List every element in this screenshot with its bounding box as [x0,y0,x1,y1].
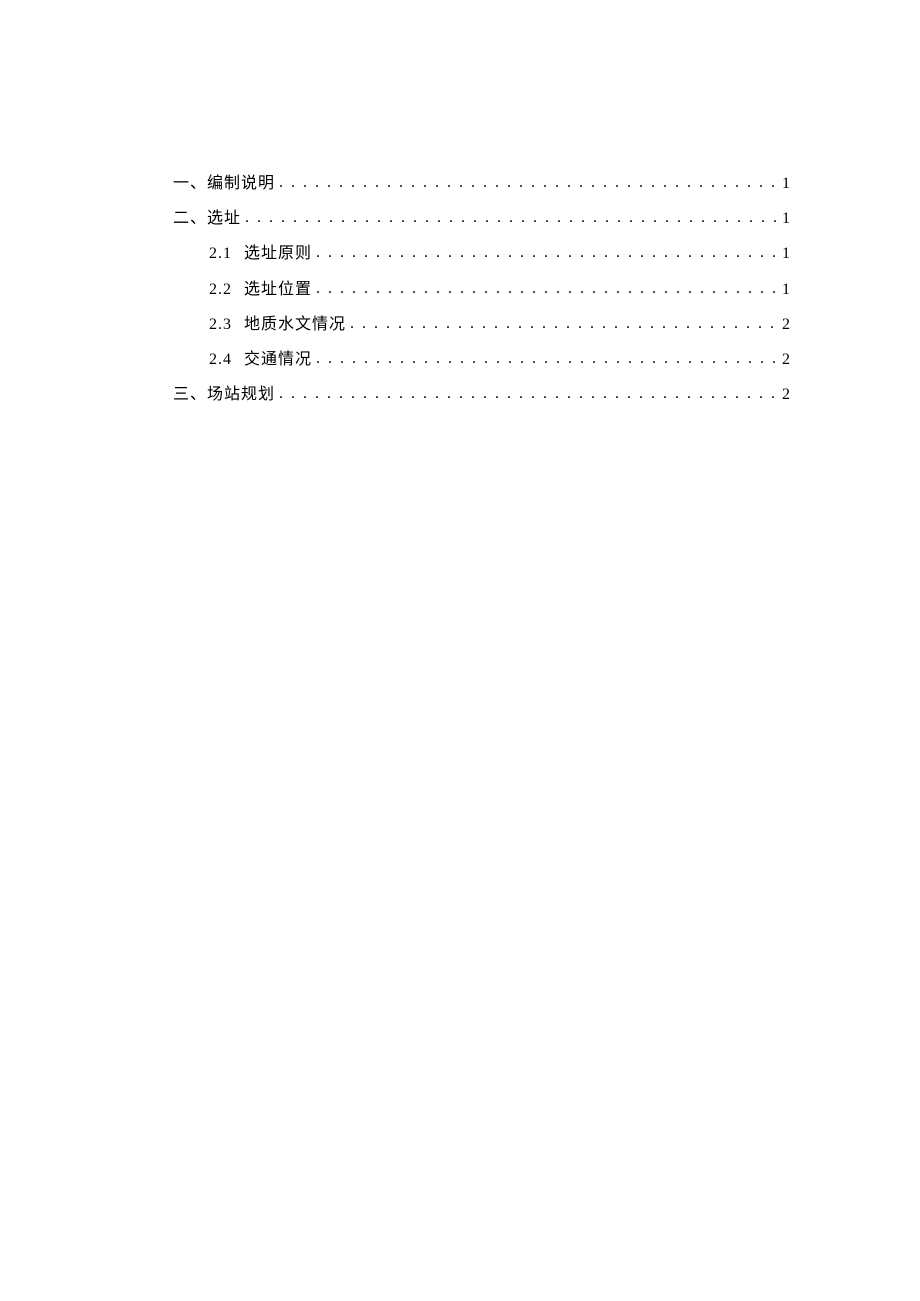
toc-leader-dots [316,271,776,306]
toc-label: 一、编制说明 [173,166,275,201]
toc-label: 2.1选址原则 [209,236,312,271]
toc-label: 2.4交通情况 [209,342,312,377]
toc-entry-level2: 2.1选址原则 1 [173,236,790,271]
toc-page-number: 1 [780,201,790,236]
toc-page-number: 2 [780,307,790,342]
toc-leader-dots [279,376,776,411]
toc-leader-dots [316,235,776,270]
toc-leader-dots [279,165,776,200]
toc-label: 2.3地质水文情况 [209,307,346,342]
toc-entry-level2: 2.2选址位置 1 [173,272,790,307]
toc-label: 二、选址 [173,201,241,236]
toc-page-number: 1 [780,166,790,201]
toc-leader-dots [350,306,776,341]
toc-entry-level2: 2.3地质水文情况 2 [173,307,790,342]
toc-page-number: 2 [780,377,790,412]
toc-label: 三、场站规划 [173,377,275,412]
toc-page-number: 1 [780,236,790,271]
toc-entry-level2: 2.4交通情况 2 [173,342,790,377]
toc-entry-level1: 三、场站规划 2 [173,377,790,412]
toc-label: 2.2选址位置 [209,272,312,307]
toc-entry-level1: 二、选址 1 [173,201,790,236]
table-of-contents: 一、编制说明 1 二、选址 1 2.1选址原则 1 2.2选址位置 1 2.3地… [173,166,790,412]
toc-entry-level1: 一、编制说明 1 [173,166,790,201]
toc-page-number: 2 [780,342,790,377]
toc-leader-dots [316,341,776,376]
toc-leader-dots [245,200,776,235]
toc-page-number: 1 [780,272,790,307]
